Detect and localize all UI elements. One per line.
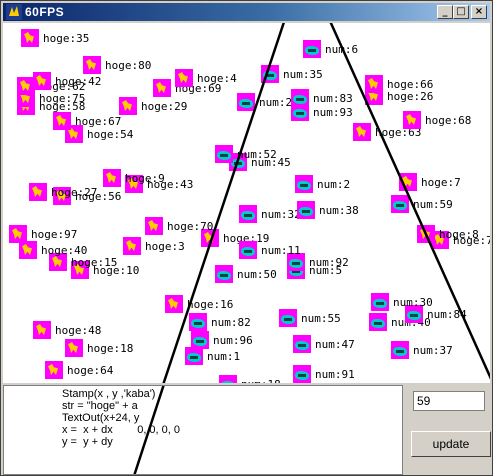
count-input[interactable] xyxy=(413,391,485,411)
maximize-button[interactable]: □ xyxy=(453,5,469,19)
triangle-left-edge xyxy=(162,23,285,383)
animation-canvas[interactable]: hoge:76hoge:8hoge:64hoge:18hoge:48hoge:1… xyxy=(3,23,490,383)
close-button[interactable]: × xyxy=(471,5,487,19)
minimize-button[interactable]: _ xyxy=(437,5,453,19)
title-bar[interactable]: 60FPS _ □ × xyxy=(3,3,490,21)
editor-triangle-overlay xyxy=(133,386,165,474)
update-button[interactable]: update xyxy=(411,431,491,457)
window-title: 60FPS xyxy=(25,5,65,19)
triangle-outline xyxy=(162,23,490,383)
script-editor[interactable]: Stamp(x , y ,'kaba') str = "hoge" + a Te… xyxy=(3,385,403,475)
triangle-right-edge xyxy=(329,23,490,380)
app-window: 60FPS _ □ × hoge:76hoge:8hoge:64hoge:18h… xyxy=(0,0,493,476)
app-icon xyxy=(6,4,22,20)
